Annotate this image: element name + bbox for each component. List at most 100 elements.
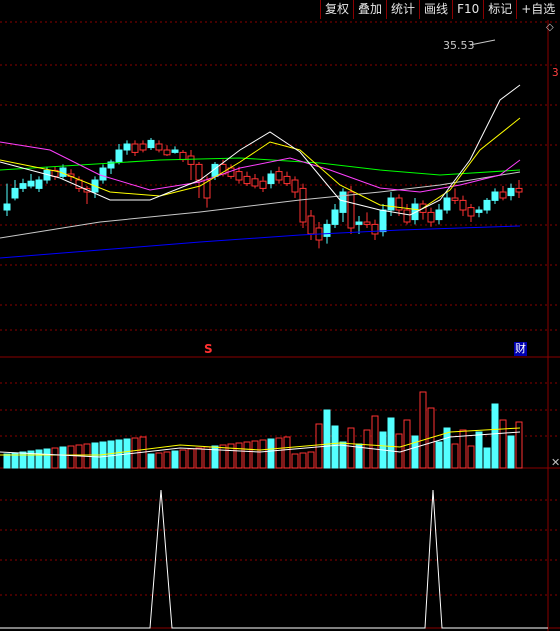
volume-bar [275, 437, 283, 469]
candle [171, 149, 179, 153]
candle [299, 187, 307, 223]
volume-bar [515, 421, 523, 469]
candle [123, 143, 131, 151]
candle [499, 191, 507, 199]
candle [155, 143, 163, 151]
volume-bar [467, 445, 475, 469]
volume-bar [35, 449, 43, 469]
volume-bar [435, 441, 443, 469]
volume-bar [267, 438, 275, 469]
candle [3, 203, 11, 211]
right-axis-value: 3 [552, 66, 559, 79]
candle [147, 139, 155, 149]
ma250-line [0, 225, 521, 259]
volume-bar [371, 415, 379, 469]
volume-bar [491, 403, 499, 469]
event-marker-s[interactable]: S [204, 342, 213, 356]
candle [11, 187, 19, 199]
candle [283, 175, 291, 185]
volume-bar [187, 448, 195, 469]
candle [467, 207, 475, 217]
volume-bar [155, 452, 163, 469]
candle [355, 221, 363, 225]
volume-bar [507, 435, 515, 469]
volume-bar [323, 409, 331, 469]
volume-bar [331, 425, 339, 469]
candle [139, 143, 147, 151]
candle [323, 223, 331, 237]
volume-bar [203, 446, 211, 469]
volume-bar [147, 453, 155, 469]
volume-bar [219, 444, 227, 469]
volume-bar [419, 391, 427, 469]
candle [459, 199, 467, 211]
candle [371, 223, 379, 235]
candle [131, 143, 139, 153]
candle [195, 163, 203, 181]
candle [403, 209, 411, 223]
volume-bar [307, 451, 315, 469]
candle [99, 167, 107, 181]
indicator-panel [0, 489, 548, 629]
volume-bar [475, 431, 483, 469]
candle [291, 179, 299, 193]
candle [435, 209, 443, 221]
volume-bar [67, 445, 75, 469]
candle [395, 197, 403, 211]
volume-bar [163, 451, 171, 469]
candle [387, 197, 395, 211]
kline-chart[interactable] [0, 0, 560, 631]
candle [179, 151, 187, 161]
diamond-icon[interactable]: ◇ [546, 22, 554, 33]
candle [251, 178, 259, 187]
volume-bar [395, 433, 403, 469]
volume-bar [411, 435, 419, 469]
ma60-line [0, 157, 521, 176]
volume-bar [251, 440, 259, 469]
volume-bar [3, 453, 11, 469]
candle [35, 179, 43, 189]
peak-price-label: 35.53 [443, 39, 475, 52]
signal-spike-line [0, 489, 548, 629]
candle [475, 209, 483, 213]
volume-bar [59, 446, 67, 469]
candle [19, 183, 27, 189]
volume-bar [179, 449, 187, 469]
candle [451, 197, 459, 201]
volume-bar [195, 447, 203, 469]
candle [163, 149, 171, 156]
volume-bar [483, 447, 491, 469]
financial-report-marker[interactable]: 财 [514, 342, 527, 356]
candle [483, 199, 491, 211]
volume-bar [347, 427, 355, 469]
candle [427, 211, 435, 223]
candle [115, 149, 123, 163]
volume-bar [299, 452, 307, 469]
candle [307, 215, 315, 235]
volume-bar [19, 451, 27, 469]
volume-bar [363, 429, 371, 469]
volume-bar [243, 441, 251, 469]
candle [243, 175, 251, 185]
candle [507, 187, 515, 197]
candle [347, 191, 355, 229]
candle [379, 209, 387, 233]
volume-bar [451, 443, 459, 469]
candle [363, 221, 371, 225]
volume-bar [291, 453, 299, 469]
volume-bar [235, 442, 243, 469]
candle [27, 180, 35, 187]
candle [331, 209, 339, 225]
volume-bar [107, 440, 115, 469]
volume-bar [315, 423, 323, 469]
candle [235, 171, 243, 181]
candle [259, 180, 267, 189]
candle [275, 171, 283, 181]
volume-bar [499, 419, 507, 469]
candle [515, 187, 523, 193]
volume-bar [115, 439, 123, 469]
candle [267, 173, 275, 185]
volume-bar [171, 450, 179, 469]
close-icon[interactable]: ✕ [551, 456, 560, 469]
candle [187, 155, 195, 165]
